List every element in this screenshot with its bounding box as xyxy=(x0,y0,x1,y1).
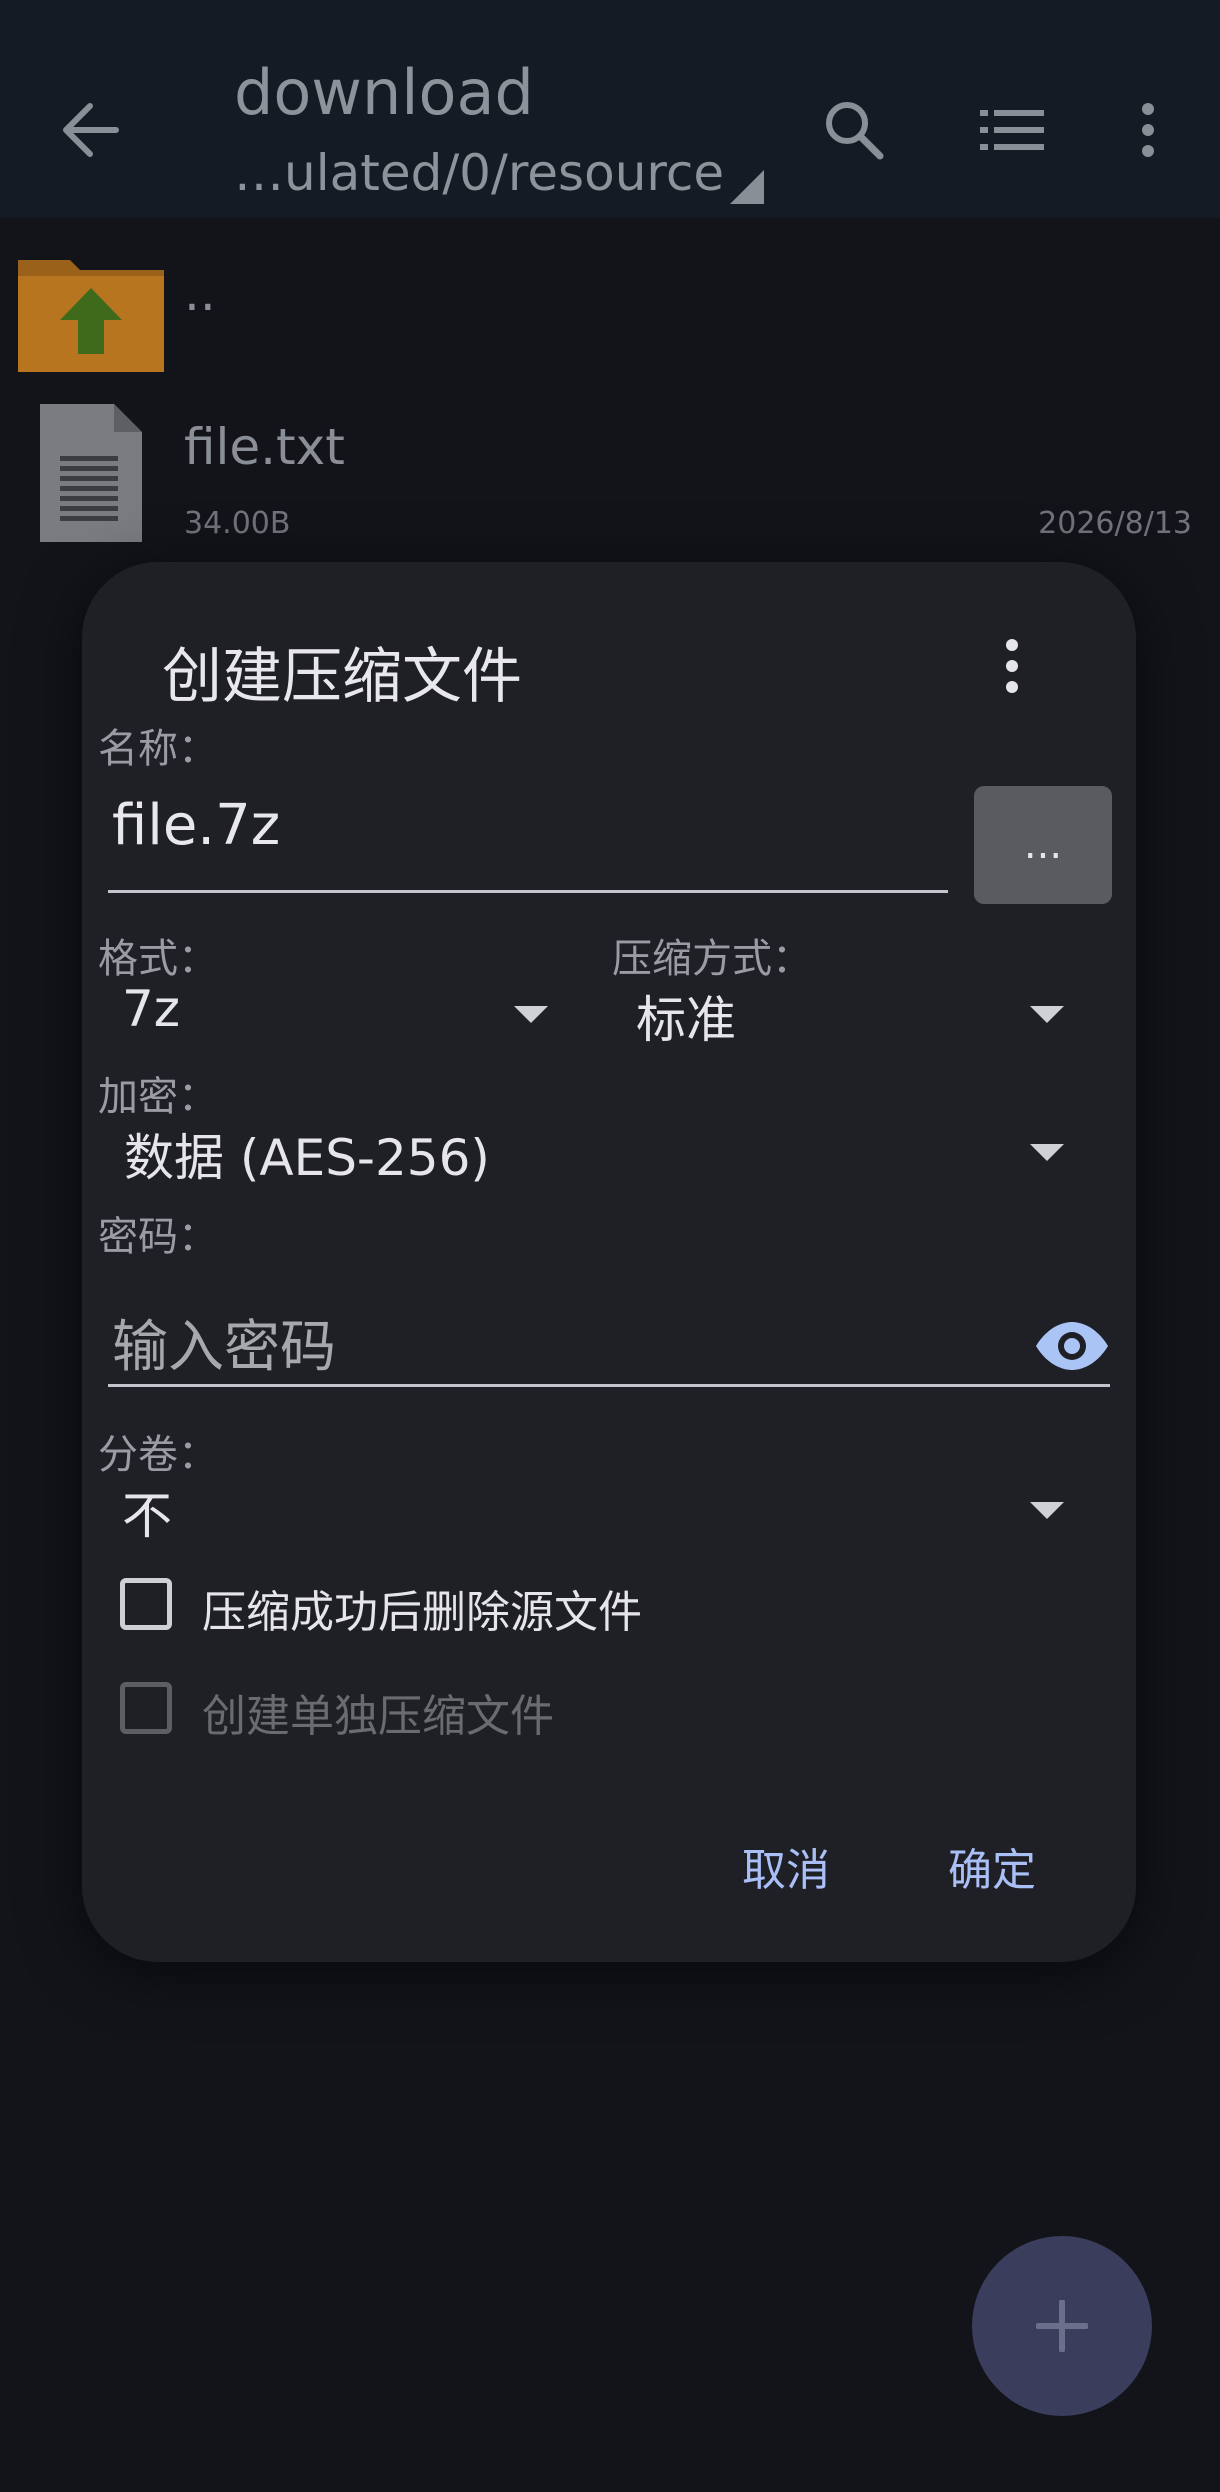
parent-folder-label: .. xyxy=(184,264,216,322)
browse-button[interactable]: ... xyxy=(974,786,1112,904)
view-mode-button[interactable] xyxy=(970,90,1054,170)
file-name: file.txt xyxy=(184,418,345,476)
add-fab-button[interactable] xyxy=(972,2236,1152,2416)
name-label: 名称： xyxy=(98,726,218,772)
more-vert-icon xyxy=(1142,103,1154,157)
parent-folder-row[interactable]: .. xyxy=(0,234,1220,384)
ok-button[interactable]: 确定 xyxy=(948,1834,1036,1898)
chevron-down-icon xyxy=(1030,1502,1064,1519)
delete-source-checkbox[interactable] xyxy=(120,1578,172,1630)
text-file-icon xyxy=(40,404,142,542)
folder-path[interactable]: …ulated/0/resource xyxy=(234,144,724,202)
separate-archives-label: 创建单独压缩文件 xyxy=(202,1691,554,1742)
separate-archives-checkbox xyxy=(120,1682,172,1734)
arrow-back-icon xyxy=(63,103,119,157)
format-value: 7z xyxy=(122,980,181,1038)
delete-source-label[interactable]: 压缩成功后删除源文件 xyxy=(202,1576,642,1640)
name-underline xyxy=(108,890,948,893)
plus-icon xyxy=(1036,2300,1088,2352)
folder-up-icon xyxy=(18,260,164,372)
chevron-down-icon xyxy=(1030,1006,1064,1023)
method-dropdown[interactable]: 标准 xyxy=(612,972,1092,1052)
split-value: 不 xyxy=(122,1487,172,1545)
split-dropdown[interactable]: 不 xyxy=(82,1468,1092,1548)
folder-title: download xyxy=(234,56,534,129)
chevron-down-icon xyxy=(1030,1144,1064,1161)
toggle-password-visibility-button[interactable] xyxy=(1030,1304,1114,1388)
password-label: 密码： xyxy=(98,1214,218,1260)
dialog-overflow-button[interactable] xyxy=(982,624,1042,708)
path-dropdown-icon[interactable] xyxy=(730,170,766,206)
file-row[interactable]: file.txt 34.00B 2026/8/13 xyxy=(0,380,1220,560)
encrypt-dropdown[interactable]: 数据 (AES-256) xyxy=(82,1110,1092,1190)
file-date: 2026/8/13 xyxy=(1038,506,1192,541)
format-dropdown[interactable]: 7z xyxy=(82,972,572,1052)
list-view-icon xyxy=(980,110,1044,150)
search-button[interactable] xyxy=(812,88,896,172)
search-icon xyxy=(826,102,884,160)
password-input[interactable] xyxy=(108,1302,1008,1392)
more-vert-icon xyxy=(1006,639,1018,693)
password-underline xyxy=(108,1384,1110,1387)
encrypt-value: 数据 (AES-256) xyxy=(124,1129,490,1187)
cancel-button[interactable]: 取消 xyxy=(742,1834,830,1898)
dialog-title: 创建压缩文件 xyxy=(162,642,522,712)
app-bar: download …ulated/0/resource xyxy=(0,0,1220,218)
eye-icon xyxy=(1036,1322,1108,1370)
chevron-down-icon xyxy=(514,1006,548,1023)
back-button[interactable] xyxy=(50,90,130,170)
overflow-menu-button[interactable] xyxy=(1120,88,1176,172)
file-size: 34.00B xyxy=(184,506,291,541)
create-archive-dialog: 创建压缩文件 名称： ... 格式： 压缩方式： 7z 标准 加密： 数据 (A… xyxy=(82,562,1136,1962)
archive-name-input[interactable] xyxy=(108,782,1028,868)
method-value: 标准 xyxy=(636,991,736,1049)
